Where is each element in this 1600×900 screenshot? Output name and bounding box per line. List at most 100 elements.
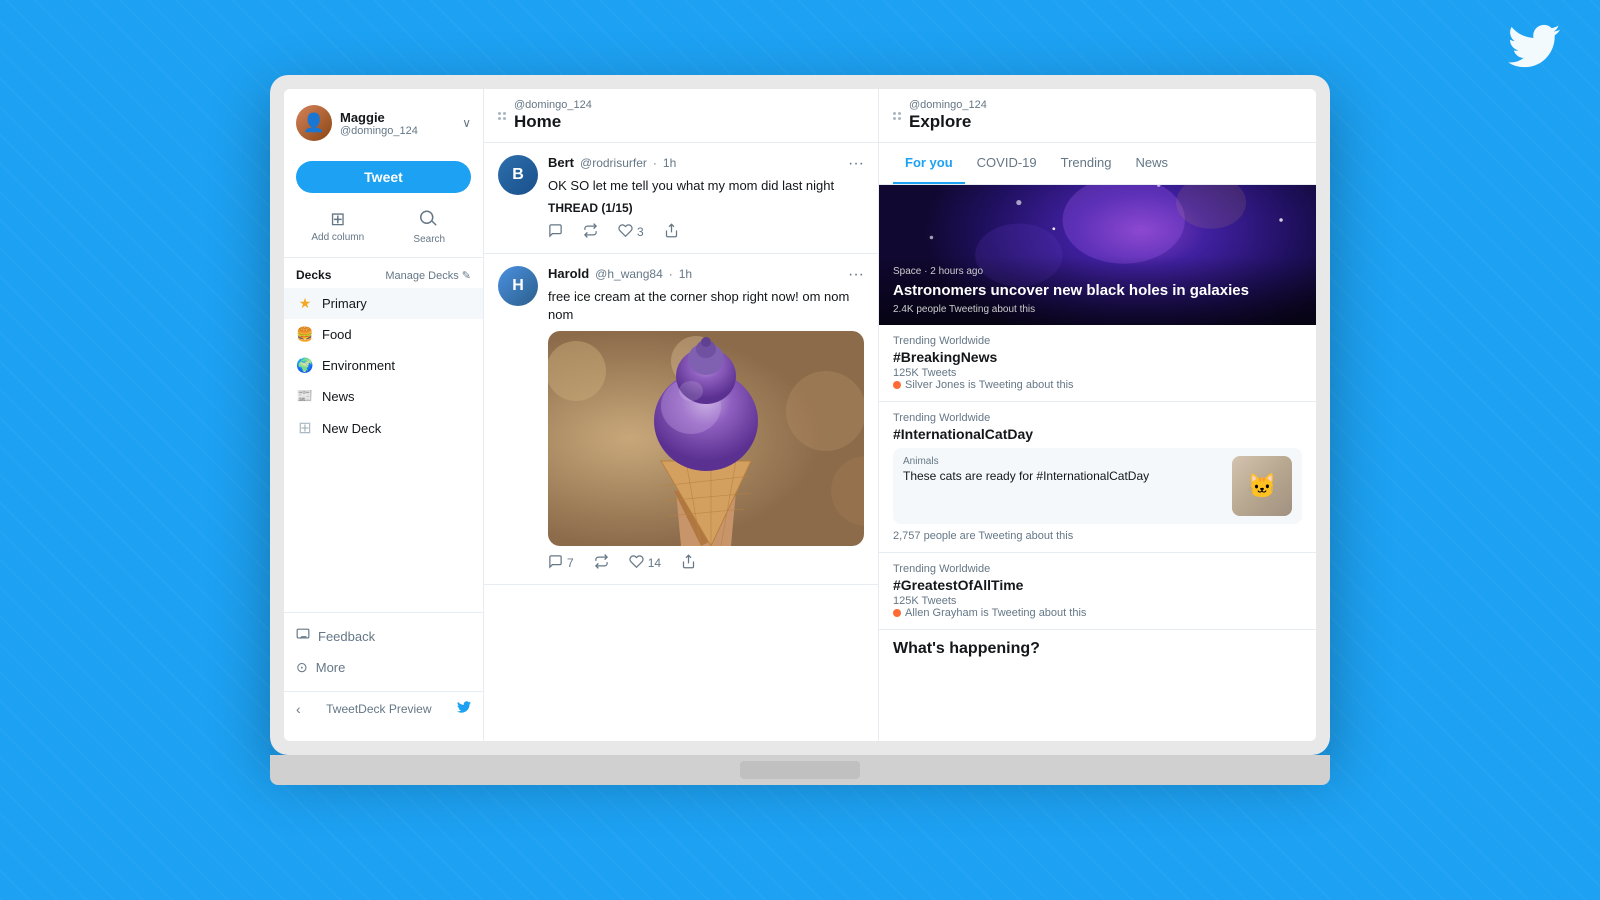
- hero-text: Space · 2 hours ago Astronomers uncover …: [879, 256, 1316, 326]
- user-text: Maggie @domingo_124: [340, 110, 418, 137]
- hero-title: Astronomers uncover new black holes in g…: [893, 281, 1302, 301]
- search-icon: [420, 209, 438, 232]
- tweetdeck-preview-label: TweetDeck Preview: [326, 702, 431, 716]
- user-section: Maggie @domingo_124 ∨: [284, 105, 483, 153]
- like-icon: [629, 554, 644, 572]
- more-button[interactable]: ⊙ More: [284, 652, 483, 683]
- search-label: Search: [413, 234, 445, 245]
- tweet-text: free ice cream at the corner shop right …: [548, 288, 864, 324]
- card-title: These cats are ready for #InternationalC…: [903, 469, 1224, 485]
- trending-section: Trending Worldwide #BreakingNews 125K Tw…: [879, 325, 1316, 668]
- new-deck-icon: ⊞: [296, 418, 314, 438]
- trending-count: 125K Tweets: [893, 367, 1302, 379]
- manage-decks-button[interactable]: Manage Decks ✎: [385, 269, 471, 282]
- tweet-time: 1h: [663, 156, 676, 170]
- home-column: @domingo_124 Home B Bert @rodrisurfer: [484, 89, 879, 741]
- reply-count: 7: [567, 556, 574, 570]
- trending-label: Trending Worldwide: [893, 412, 1302, 424]
- explore-column: @domingo_124 Explore For you COVID-19 Tr…: [879, 89, 1316, 741]
- tweet-text: OK SO let me tell you what my mom did la…: [548, 177, 864, 195]
- add-column-button[interactable]: ⊞ Add column: [296, 205, 380, 249]
- trending-item-goat[interactable]: Trending Worldwide #GreatestOfAllTime 12…: [879, 553, 1316, 630]
- trending-attribution: Silver Jones is Tweeting about this: [893, 379, 1302, 391]
- reply-button[interactable]: [548, 223, 563, 241]
- tab-covid[interactable]: COVID-19: [965, 143, 1049, 184]
- share-button[interactable]: [681, 554, 696, 572]
- trending-attribution: Allen Grayham is Tweeting about this: [893, 607, 1302, 619]
- collapse-arrow[interactable]: ‹: [296, 701, 301, 717]
- attr-dot-icon: [893, 381, 901, 389]
- tweet-more-button[interactable]: ···: [848, 155, 864, 173]
- search-button[interactable]: Search: [388, 205, 472, 249]
- tweet-author-name: Harold: [548, 266, 589, 281]
- column-drag-handle[interactable]: [498, 112, 506, 120]
- explore-column-header: @domingo_124 Explore: [879, 89, 1316, 143]
- explore-column-user: @domingo_124: [909, 99, 1302, 111]
- user-name: Maggie: [340, 110, 418, 125]
- trending-item-cat-day[interactable]: Trending Worldwide #InternationalCatDay …: [879, 402, 1316, 553]
- star-icon: ★: [296, 295, 314, 312]
- deck-item-new-deck[interactable]: ⊞ New Deck: [284, 411, 483, 445]
- feedback-button[interactable]: Feedback: [284, 621, 483, 652]
- trending-count: 125K Tweets: [893, 595, 1302, 607]
- laptop-screen: Maggie @domingo_124 ∨ Tweet ⊞ Add column: [284, 89, 1316, 741]
- home-column-user: @domingo_124: [514, 99, 864, 111]
- tab-for-you[interactable]: For you: [893, 143, 965, 184]
- deck-label-primary: Primary: [322, 296, 367, 311]
- laptop-frame: Maggie @domingo_124 ∨ Tweet ⊞ Add column: [270, 75, 1330, 755]
- chevron-down-icon[interactable]: ∨: [462, 116, 471, 130]
- hero-category: Space · 2 hours ago: [893, 266, 1302, 277]
- tweet-more-button[interactable]: ···: [848, 266, 864, 284]
- deck-item-food[interactable]: 🍔 Food: [284, 319, 483, 350]
- tweet-image: [548, 331, 864, 546]
- feedback-label: Feedback: [318, 629, 375, 644]
- tweet-content: Harold @h_wang84 · 1h ··· free ice cream…: [548, 266, 864, 571]
- tweet-thread: THREAD (1/15): [548, 201, 864, 215]
- tab-news[interactable]: News: [1123, 143, 1180, 184]
- deck-item-primary[interactable]: ★ Primary: [284, 288, 483, 319]
- like-button[interactable]: 14: [629, 554, 661, 572]
- card-category: Animals: [903, 456, 1224, 467]
- tab-trending[interactable]: Trending: [1049, 143, 1124, 184]
- whats-happening-text: What's happening?: [893, 640, 1040, 657]
- twitter-bird-icon: [1508, 20, 1560, 85]
- share-button[interactable]: [664, 223, 679, 241]
- tweets-list: B Bert @rodrisurfer · 1h ···: [484, 143, 878, 741]
- like-count: 3: [637, 225, 644, 239]
- home-column-header: @domingo_124 Home: [484, 89, 878, 143]
- share-icon: [681, 554, 696, 572]
- tweet-author-handle: @h_wang84: [595, 267, 663, 281]
- news-icon: 📰: [296, 388, 314, 404]
- explore-drag-handle[interactable]: [893, 112, 901, 120]
- trending-people-count: 2,757 people are Tweeting about this: [893, 530, 1302, 542]
- avatar: [296, 105, 332, 141]
- trending-tag: #GreatestOfAllTime: [893, 577, 1302, 593]
- tweet-item: B Bert @rodrisurfer · 1h ···: [484, 143, 878, 254]
- like-button[interactable]: 3: [618, 223, 644, 241]
- trending-tag: #BreakingNews: [893, 349, 1302, 365]
- tweetdeck-twitter-icon: [457, 700, 471, 717]
- user-info: Maggie @domingo_124: [296, 105, 418, 141]
- reply-button[interactable]: 7: [548, 554, 574, 572]
- deck-item-environment[interactable]: 🌍 Environment: [284, 350, 483, 381]
- more-label: More: [316, 660, 346, 675]
- retweet-icon: [583, 223, 598, 241]
- home-column-title: Home: [514, 112, 864, 132]
- decks-header: Decks Manage Decks ✎: [284, 258, 483, 288]
- attribution-text: Silver Jones is Tweeting about this: [905, 379, 1074, 391]
- retweet-button[interactable]: [594, 554, 609, 572]
- reply-icon: [548, 554, 563, 572]
- share-icon: [664, 223, 679, 241]
- deck-item-news[interactable]: 📰 News: [284, 381, 483, 411]
- tweet-button[interactable]: Tweet: [296, 161, 471, 193]
- tweet-actions: 3: [548, 223, 864, 241]
- tweet-author-handle: @rodrisurfer: [580, 156, 647, 170]
- retweet-button[interactable]: [583, 223, 598, 241]
- trending-item-breaking-news[interactable]: Trending Worldwide #BreakingNews 125K Tw…: [879, 325, 1316, 402]
- explore-hero[interactable]: Space · 2 hours ago Astronomers uncover …: [879, 185, 1316, 325]
- deck-label-news: News: [322, 389, 355, 404]
- deck-label-new-deck: New Deck: [322, 421, 381, 436]
- retweet-icon: [594, 554, 609, 572]
- tweet-item: H Harold @h_wang84 · 1h ···: [484, 254, 878, 584]
- like-count: 14: [648, 556, 661, 570]
